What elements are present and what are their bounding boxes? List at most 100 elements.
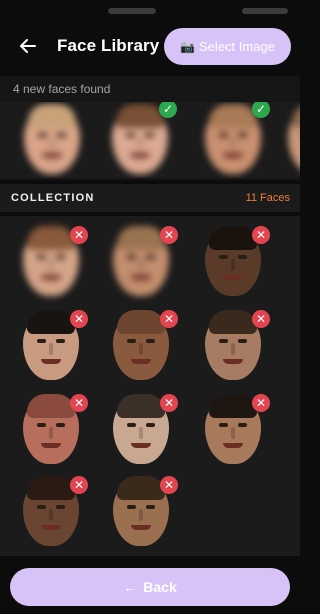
face-mouth	[131, 275, 151, 280]
camera-icon: 📷	[180, 39, 196, 54]
face-mouth	[131, 443, 151, 448]
new-faces-row: ✓ ✓	[0, 102, 300, 178]
face-eye	[37, 339, 46, 343]
remove-face-icon[interactable]: ✕	[70, 476, 88, 494]
selected-check-icon: ✓	[252, 102, 270, 118]
face-eye	[146, 255, 155, 259]
remove-face-icon[interactable]: ✕	[70, 226, 88, 244]
face-eye	[145, 133, 154, 137]
face-eye	[37, 255, 46, 259]
face-hair	[116, 104, 164, 128]
status-indicator	[242, 8, 288, 14]
face-boy[interactable]	[112, 104, 168, 174]
remove-face-icon[interactable]: ✕	[252, 394, 270, 412]
face-hair	[27, 226, 75, 250]
face-image	[112, 104, 168, 174]
face-mouth	[41, 359, 61, 364]
face-image	[205, 104, 261, 174]
face-hair	[209, 226, 257, 250]
face-eye	[219, 133, 228, 137]
face-eye	[56, 255, 65, 259]
face-eye	[219, 255, 228, 259]
face-eye	[56, 505, 65, 509]
page-title: Face Library	[57, 36, 160, 55]
status-indicator	[108, 8, 156, 14]
selected-check-icon: ✓	[159, 102, 177, 118]
face-nose	[49, 427, 53, 439]
status-bar	[0, 0, 300, 20]
face-mouth	[223, 443, 243, 448]
face-eye	[127, 423, 136, 427]
remove-face-icon[interactable]: ✕	[70, 310, 88, 328]
face-nose	[139, 259, 143, 271]
collection-header: COLLECTION 11 Faces	[0, 184, 300, 212]
face-partial[interactable]	[288, 104, 300, 174]
remove-face-icon[interactable]: ✕	[252, 310, 270, 328]
remove-face-icon[interactable]: ✕	[160, 394, 178, 412]
face-hair	[209, 104, 257, 128]
face-eye	[238, 255, 247, 259]
face-nose	[49, 509, 53, 521]
face-eye	[127, 339, 136, 343]
face-mouth	[223, 359, 243, 364]
face-eye	[127, 505, 136, 509]
face-woman-blonde[interactable]	[24, 104, 80, 174]
face-nose	[139, 509, 143, 521]
face-eye	[238, 339, 247, 343]
remove-face-icon[interactable]: ✕	[160, 310, 178, 328]
face-mouth	[42, 153, 62, 158]
face-image	[288, 104, 300, 174]
face-hair	[28, 104, 76, 128]
face-eye	[126, 133, 135, 137]
face-mouth	[130, 153, 150, 158]
face-nose	[50, 137, 54, 149]
face-hair	[27, 310, 75, 334]
back-arrow-icon[interactable]	[16, 34, 40, 58]
back-button[interactable]: ← Back	[10, 568, 290, 606]
face-eye	[56, 423, 65, 427]
remove-face-icon[interactable]: ✕	[252, 226, 270, 244]
collection-grid: ✕ ✕ ✕ ✕ ✕ ✕ ✕ ✕ ✕ ✕ ✕	[0, 216, 300, 556]
face-hair	[209, 310, 257, 334]
face-eye	[238, 133, 247, 137]
face-hair	[27, 476, 75, 500]
face-hair	[27, 394, 75, 418]
remove-face-icon[interactable]: ✕	[160, 476, 178, 494]
face-hair	[209, 394, 257, 418]
select-image-label: Select Image	[199, 39, 275, 54]
face-eye	[238, 423, 247, 427]
face-nose	[231, 259, 235, 271]
face-eye	[219, 339, 228, 343]
bottom-bar: ← Back	[0, 558, 300, 614]
face-mouth	[41, 275, 61, 280]
face-mouth	[223, 153, 243, 158]
new-faces-count: 4 new faces found	[13, 82, 111, 96]
face-mouth	[223, 275, 243, 280]
face-nose	[138, 137, 142, 149]
face-man-smiling[interactable]	[205, 104, 261, 174]
collection-count: 11 Faces	[245, 192, 290, 204]
face-nose	[139, 343, 143, 355]
select-image-button[interactable]: 📷 Select Image	[164, 28, 291, 65]
face-eye	[56, 339, 65, 343]
face-nose	[231, 427, 235, 439]
face-eye	[219, 423, 228, 427]
face-eye	[57, 133, 66, 137]
face-image	[24, 104, 80, 174]
face-eye	[146, 339, 155, 343]
face-eye	[127, 255, 136, 259]
remove-face-icon[interactable]: ✕	[70, 394, 88, 412]
back-button-label: Back	[143, 579, 177, 595]
face-nose	[49, 343, 53, 355]
back-arrow-icon-glyph	[20, 39, 36, 53]
face-hair	[117, 226, 165, 250]
face-eye	[146, 423, 155, 427]
face-nose	[231, 137, 235, 149]
face-mouth	[131, 525, 151, 530]
face-hair	[292, 104, 300, 128]
remove-face-icon[interactable]: ✕	[160, 226, 178, 244]
face-eye	[37, 423, 46, 427]
face-hair	[117, 476, 165, 500]
face-nose	[49, 259, 53, 271]
collection-title: COLLECTION	[11, 192, 95, 204]
